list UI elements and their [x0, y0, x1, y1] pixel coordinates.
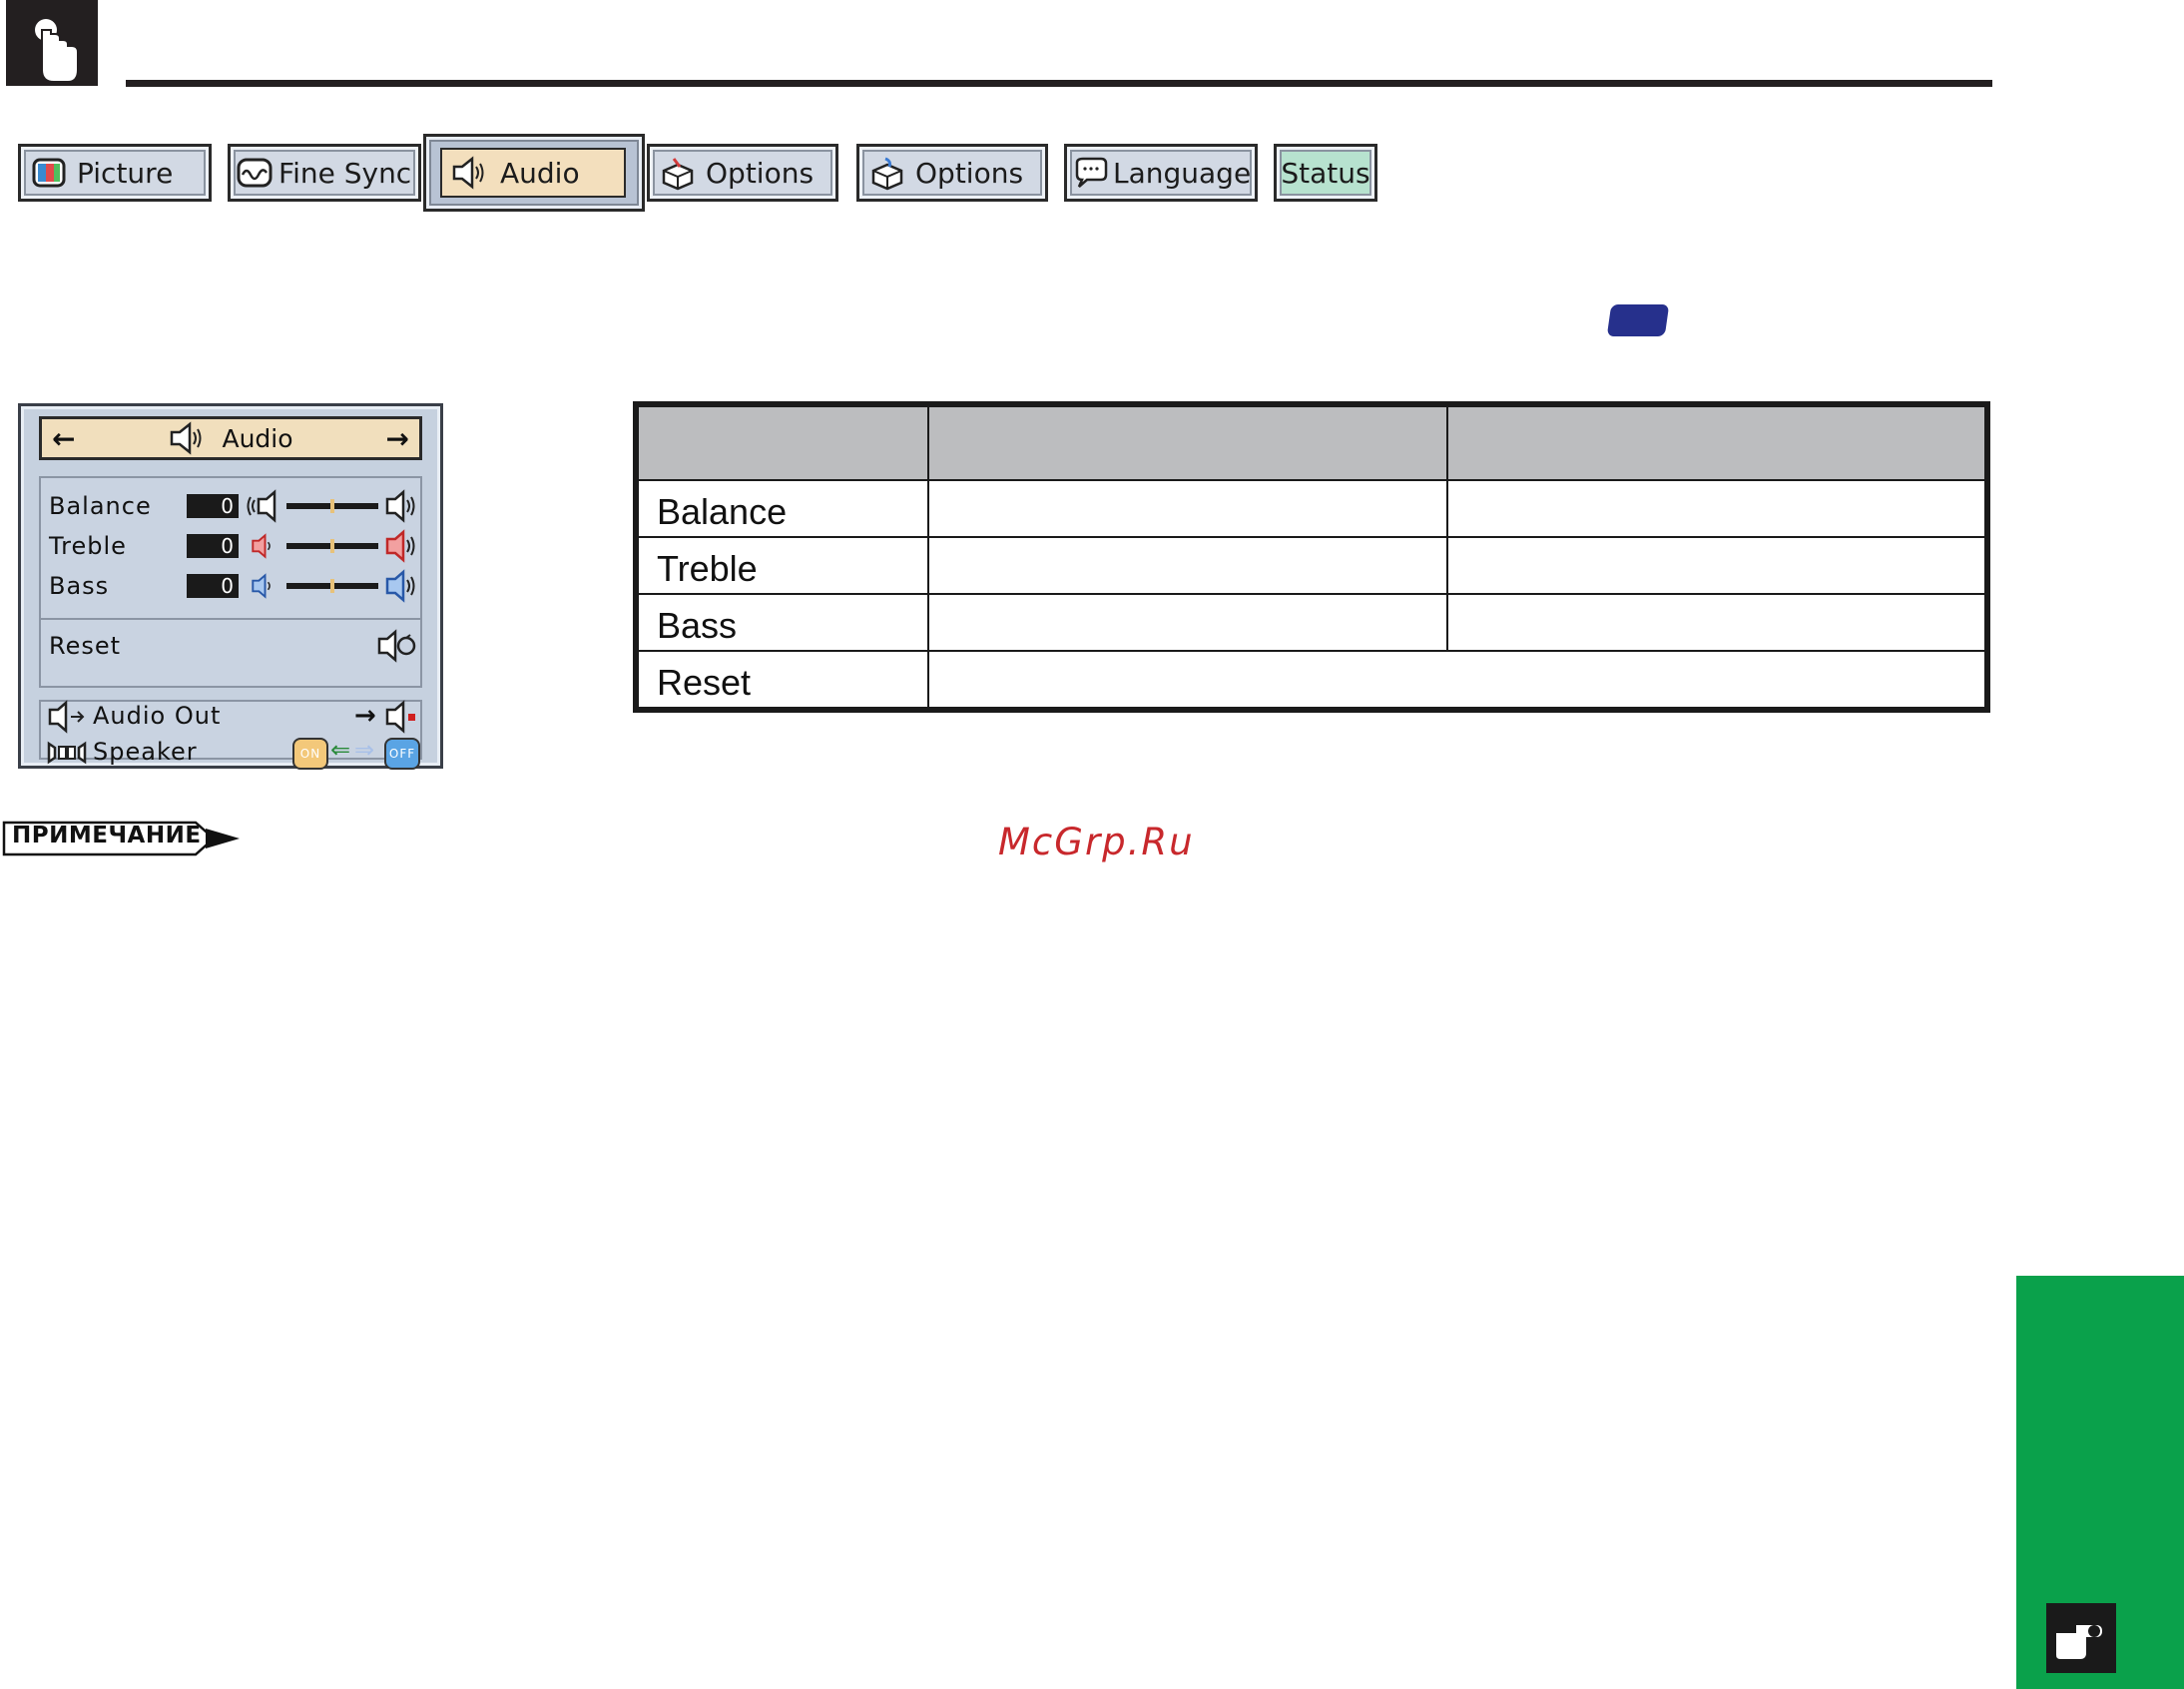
reset-label: Reset: [49, 632, 122, 660]
speaker-on-button[interactable]: ON: [292, 738, 328, 770]
table-row: Bass: [639, 594, 1984, 653]
speaker-small-blue-icon: [252, 573, 271, 599]
speaker-large-red-icon: [385, 529, 415, 563]
speaker-large-blue-icon: [385, 569, 415, 603]
arrow-right-icon: →: [354, 701, 377, 731]
speaker-mute-icon: [385, 700, 415, 734]
table-header-cell: [1447, 407, 1984, 481]
tab-label: Language: [1113, 156, 1252, 190]
audio-adjust-group: Balance 0 Treble 0 Bass 0 Reset: [39, 476, 422, 688]
note-label: ПРИМЕЧАНИЕ: [2, 819, 242, 858]
left-arrow-icon[interactable]: ←: [52, 422, 75, 455]
speaker-icon: [452, 156, 484, 190]
balance-slider-knob[interactable]: [330, 499, 334, 513]
table-cell: Treble: [639, 537, 929, 596]
audio-settings-table: Balance Treble Bass Reset: [633, 401, 1990, 713]
table-row: Treble: [639, 537, 1984, 596]
arrow-right-icon: ⇒: [354, 736, 376, 764]
pointing-hand-icon: [6, 0, 98, 86]
table-cell: [1447, 537, 1984, 596]
speaker-small-red-icon: [252, 533, 271, 559]
table-header-cell: [928, 407, 1448, 481]
audio-osd-menu: ← Audio → Balance 0 Treble 0 Bass 0 Rese…: [18, 403, 443, 770]
tab-status[interactable]: Status: [1274, 144, 1377, 202]
tab-options-1[interactable]: Options: [647, 144, 838, 202]
right-arrow-icon[interactable]: →: [386, 422, 409, 455]
table-header-cell: [639, 407, 929, 481]
speaker-off-button[interactable]: OFF: [384, 738, 420, 770]
table-cell: [928, 537, 1448, 596]
bass-label: Bass: [49, 572, 110, 600]
note-text: ПРИМЕЧАНИЕ: [12, 823, 202, 848]
audio-out-label: Audio Out: [93, 702, 222, 730]
reset-row[interactable]: Reset: [41, 626, 420, 666]
treble-row[interactable]: Treble 0: [41, 526, 420, 566]
arrow-left-icon: ⇐: [330, 736, 352, 764]
tab-audio[interactable]: Audio: [423, 134, 645, 212]
tab-language[interactable]: Language: [1064, 144, 1258, 202]
tab-label: Options: [915, 156, 1024, 190]
speech-bubble-icon: [1075, 157, 1108, 188]
audio-out-group: Audio Out → Speaker ON ⇐ ⇒ OFF: [39, 700, 422, 770]
osd-header: ← Audio →: [39, 416, 422, 460]
box-icon: [662, 158, 694, 191]
header-rule: [126, 80, 1992, 87]
treble-value: 0: [187, 534, 239, 558]
button-badge: [1606, 304, 1670, 336]
watermark: McGrp.Ru: [998, 821, 1195, 863]
bass-row[interactable]: Bass 0: [41, 566, 420, 606]
table-row: Balance: [639, 480, 1984, 539]
bass-slider-knob[interactable]: [330, 579, 334, 593]
speaker-left-icon: [247, 489, 276, 523]
tab-picture[interactable]: Picture: [18, 144, 212, 202]
monitor-icon: [32, 158, 66, 188]
balance-row[interactable]: Balance 0: [41, 486, 420, 526]
balance-label: Balance: [49, 492, 152, 520]
tab-label: Audio: [500, 156, 580, 190]
tab-fine-sync[interactable]: Fine Sync: [228, 144, 421, 202]
tab-label: Fine Sync: [278, 156, 412, 190]
speaker-right-icon: [385, 489, 415, 523]
osd-title: Audio: [222, 423, 293, 453]
table-row: Reset: [639, 651, 1984, 707]
speaker-icon: [171, 421, 202, 455]
audio-out-row[interactable]: Audio Out →: [41, 696, 420, 736]
table-cell: [1447, 594, 1984, 653]
hand-pointer-icon: [2046, 1603, 2116, 1673]
stereo-speakers-icon: [47, 741, 87, 765]
treble-label: Treble: [49, 532, 127, 560]
divider: [41, 618, 420, 620]
table-cell: Balance: [639, 480, 929, 539]
tab-label: Picture: [77, 156, 174, 190]
box-icon: [871, 157, 903, 191]
table-cell: [1447, 480, 1984, 539]
tab-label: Options: [706, 156, 815, 190]
speaker-label: Speaker: [93, 738, 198, 766]
waveform-icon: [237, 158, 273, 188]
bass-value: 0: [187, 574, 239, 598]
tab-options-2[interactable]: Options: [856, 144, 1048, 202]
table-cell: [928, 594, 1448, 653]
balance-value: 0: [187, 494, 239, 518]
table-cell: Reset: [639, 651, 929, 707]
table-cell: Bass: [639, 594, 929, 653]
speaker-out-icon: [48, 700, 85, 734]
tab-label: Status: [1281, 156, 1370, 190]
speaker-row[interactable]: Speaker ON ⇐ ⇒ OFF: [41, 732, 420, 772]
treble-slider-knob[interactable]: [330, 539, 334, 553]
table-cell: [928, 480, 1448, 539]
speaker-reset-icon: [377, 629, 416, 663]
table-cell: [928, 651, 1984, 707]
table-header-row: [639, 407, 1984, 481]
